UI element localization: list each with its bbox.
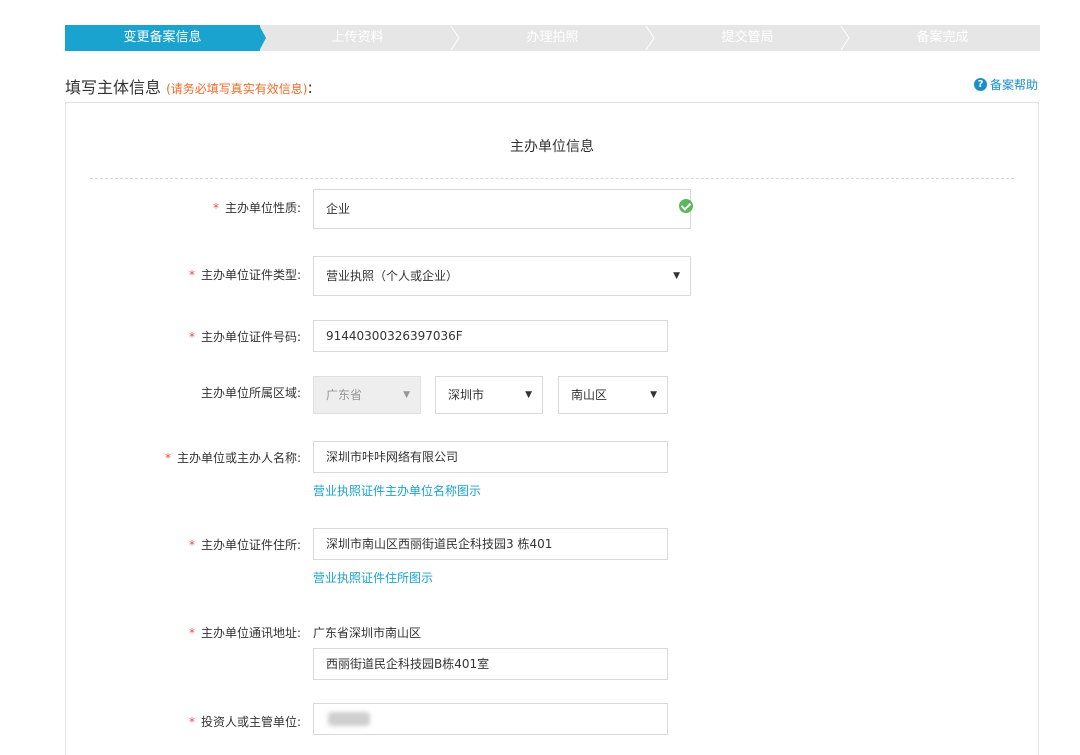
label-text: 主办单位证件号码: [200, 330, 301, 344]
mail-address-value: 西丽街道民企科技园B栋401室 [326, 657, 490, 671]
step-complete: 备案完成 [845, 25, 1040, 51]
caret-down-icon: ▼ [673, 271, 680, 281]
heading-colon: : [307, 78, 313, 97]
org-name-example-link[interactable]: 营业执照证件主办单位名称图示 [313, 482, 481, 499]
required-mark: * [164, 451, 171, 465]
step-label: 提交管局 [721, 30, 774, 45]
cert-address-example-link[interactable]: 营业执照证件住所图示 [313, 569, 433, 586]
region-label: 主办单位所属区域: [61, 384, 301, 401]
nature-field[interactable]: 企业 [313, 189, 691, 229]
step-change-info: 变更备案信息 [65, 25, 266, 51]
section-heading: 填写主体信息 (请务必填写真实有效信息): [65, 74, 313, 98]
label-text: 主办单位通讯地址: [200, 626, 301, 640]
caret-down-icon: ▼ [525, 390, 532, 400]
help-link[interactable]: ? 备案帮助 [973, 76, 1038, 93]
org-name-input[interactable]: 深圳市咔咔网络有限公司 [313, 441, 668, 473]
cert-type-value: 营业执照（个人或企业） [326, 269, 459, 283]
required-mark: * [188, 538, 195, 552]
help-label: 备案帮助 [989, 78, 1038, 92]
label-text: 主办单位证件类型: [200, 268, 301, 282]
district-select[interactable]: 南山区 ▼ [558, 376, 668, 414]
progress-steps: 变更备案信息 上传资料 办理拍照 提交管局 备案完成 [65, 25, 1040, 51]
required-mark: * [188, 268, 195, 282]
check-circle-icon [679, 199, 693, 213]
step-arrow-icon [448, 25, 461, 51]
cert-address-label: * 主办单位证件住所: [61, 536, 301, 553]
question-circle-icon: ? [973, 78, 987, 91]
mail-address-input[interactable]: 西丽街道民企科技园B栋401室 [313, 648, 668, 680]
label-text: 主办单位性质: [224, 201, 301, 215]
caret-down-icon: ▼ [650, 390, 657, 400]
step-arrow-icon [643, 25, 656, 51]
step-label: 上传资料 [331, 30, 384, 45]
label-text: 主办单位或主办人名称: [176, 451, 301, 465]
heading-note: (请务必填写真实有效信息) [166, 82, 308, 96]
mail-address-label: * 主办单位通讯地址: [61, 624, 301, 641]
redacted-text [328, 712, 370, 726]
city-select[interactable]: 深圳市 ▼ [435, 376, 543, 414]
step-photo: 办理拍照 [455, 25, 655, 51]
cert-type-label: * 主办单位证件类型: [61, 266, 301, 283]
cert-no-value: 91440300326397036F [326, 329, 463, 343]
district-value: 南山区 [571, 388, 608, 402]
step-upload: 上传资料 [260, 25, 460, 51]
cert-address-value: 深圳市南山区西丽街道民企科技园3 栋401 [326, 537, 553, 551]
required-mark: * [188, 330, 195, 344]
province-select: 广东省 ▼ [313, 376, 421, 414]
step-arrow-icon [838, 25, 851, 51]
caret-down-icon: ▼ [403, 390, 410, 400]
step-label: 办理拍照 [526, 30, 579, 45]
label-text: 主办单位所属区域: [200, 386, 301, 400]
nature-label: * 主办单位性质: [61, 199, 301, 216]
required-mark: * [188, 715, 195, 729]
cert-type-select[interactable]: 营业执照（个人或企业） ▼ [313, 256, 691, 296]
nature-value: 企业 [326, 202, 351, 216]
label-text: 主办单位证件住所: [200, 538, 301, 552]
cert-no-label: * 主办单位证件号码: [61, 328, 301, 345]
org-name-value: 深圳市咔咔网络有限公司 [326, 450, 459, 464]
city-value: 深圳市 [448, 388, 485, 402]
heading-title: 填写主体信息 [65, 78, 162, 97]
step-label: 备案完成 [916, 30, 969, 45]
divider [90, 178, 1014, 179]
required-mark: * [212, 201, 219, 215]
investor-label: * 投资人或主管单位: [61, 713, 301, 730]
province-value: 广东省 [326, 388, 363, 402]
label-text: 投资人或主管单位: [200, 715, 301, 729]
required-mark: * [188, 626, 195, 640]
step-arrow-icon [253, 25, 266, 51]
mail-address-prefix: 广东省深圳市南山区 [313, 626, 422, 640]
form-panel: 主办单位信息 * 主办单位性质: 企业 * 主办单位证件类型: 营业执照（个人或企业… [65, 102, 1039, 755]
cert-address-input[interactable]: 深圳市南山区西丽街道民企科技园3 栋401 [313, 528, 668, 560]
cert-no-input[interactable]: 91440300326397036F [313, 320, 668, 352]
step-submit: 提交管局 [650, 25, 850, 51]
panel-title: 主办单位信息 [510, 139, 594, 155]
org-name-label: * 主办单位或主办人名称: [61, 449, 301, 466]
step-label: 变更备案信息 [123, 30, 202, 45]
